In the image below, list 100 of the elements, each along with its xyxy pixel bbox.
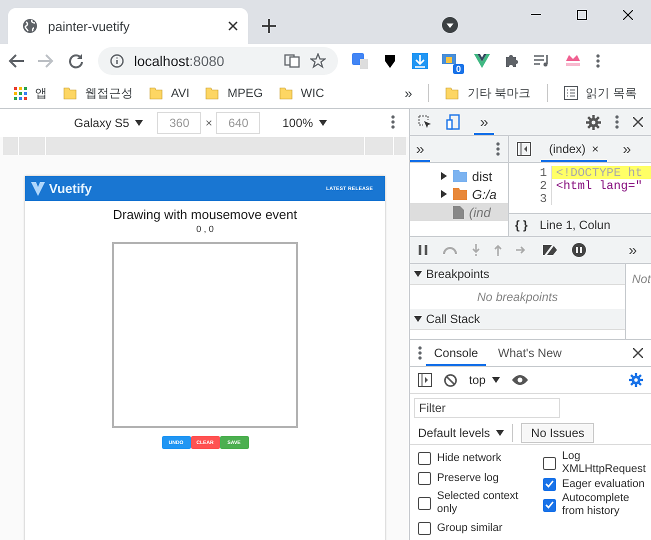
more-icon[interactable]: [391, 114, 395, 128]
reload-icon[interactable]: [68, 53, 84, 69]
playlist-icon[interactable]: [534, 54, 550, 68]
extension-badge: 0: [452, 64, 464, 74]
bookmark[interactable]: WIC: [278, 86, 324, 100]
times-sign: ×: [205, 116, 212, 130]
pause-exceptions-icon[interactable]: [572, 243, 586, 257]
sidebar-toggle-icon[interactable]: [517, 142, 531, 156]
new-tab-icon[interactable]: [262, 19, 276, 33]
checkbox[interactable]: [418, 452, 431, 464]
editor-tab[interactable]: (index) ×: [541, 136, 607, 162]
profile-dropdown-icon[interactable]: [442, 17, 458, 33]
deactivate-breakpoints-icon[interactable]: [542, 244, 558, 256]
settings-icon[interactable]: [629, 373, 643, 387]
setting-checkbox[interactable]: Group similar: [418, 520, 535, 536]
setting-checkbox[interactable]: Preserve log: [418, 470, 535, 486]
close-tab-icon[interactable]: ×: [592, 142, 599, 156]
device-select[interactable]: Galaxy S5: [74, 116, 144, 130]
download-extension-icon[interactable]: [412, 53, 428, 69]
inspect-icon[interactable]: [418, 115, 432, 129]
file-tree-item[interactable]: dist: [410, 167, 508, 185]
disclosure-triangle-icon[interactable]: [414, 270, 422, 278]
browser-tab[interactable]: painter-vuetify: [8, 8, 248, 44]
close-icon[interactable]: [228, 21, 238, 31]
back-arrow-icon[interactable]: [8, 54, 24, 68]
more-icon[interactable]: [615, 115, 619, 129]
menu-icon[interactable]: [596, 54, 600, 68]
brand-name: Vuetify: [49, 181, 93, 196]
device-toggle-icon[interactable]: [446, 114, 460, 130]
globe-icon: [22, 18, 38, 34]
setting-checkbox[interactable]: Eager evaluation: [543, 476, 651, 492]
more-icon[interactable]: [496, 142, 500, 156]
star-icon[interactable]: [310, 53, 326, 69]
section-header[interactable]: Call Stack: [410, 309, 625, 330]
minimize-icon[interactable]: [531, 14, 541, 16]
translate-extension-icon[interactable]: [352, 53, 368, 69]
folder-icon: [149, 86, 163, 100]
drawer-tab[interactable]: Console: [426, 340, 486, 366]
cursor-position: Line 1, Colun: [540, 218, 610, 232]
caret-icon: [496, 430, 504, 436]
address-bar[interactable]: localhost:8080: [98, 47, 338, 75]
page-heading: Drawing with mousemove event: [112, 207, 298, 222]
side-pane-text: Not: [631, 271, 651, 288]
debugger-overflow[interactable]: »: [622, 237, 643, 263]
setting-checkbox[interactable]: Autocomplete from history: [543, 492, 651, 518]
drawer-tab[interactable]: What's New: [490, 340, 570, 366]
line-number: 3: [509, 192, 552, 205]
pause-icon[interactable]: [418, 245, 428, 255]
clear-console-icon[interactable]: [444, 374, 457, 386]
sidebar-toggle-icon[interactable]: [418, 373, 432, 387]
close-icon[interactable]: [633, 117, 643, 127]
empty-message: No breakpoints: [476, 289, 559, 306]
bookmarks-overflow[interactable]: »: [404, 85, 412, 101]
setting-checkbox[interactable]: Selected context only: [418, 490, 535, 516]
levels-select[interactable]: Default levels: [418, 426, 504, 440]
close-window-icon[interactable]: [623, 10, 633, 20]
settings-icon[interactable]: [586, 114, 601, 130]
maximize-icon[interactable]: [577, 10, 587, 20]
editor-overflow[interactable]: »: [616, 136, 638, 162]
puzzle-extension-icon[interactable]: [504, 53, 520, 69]
checkbox[interactable]: [543, 478, 556, 490]
panel-overflow[interactable]: »: [474, 109, 494, 135]
disclosure-triangle-icon[interactable]: [414, 315, 422, 323]
more-icon[interactable]: [418, 346, 422, 360]
bookmark[interactable]: 기타 북마크: [445, 84, 531, 102]
shield-extension-icon[interactable]: [382, 53, 398, 69]
bookmark[interactable]: AVI: [149, 86, 190, 100]
checkbox[interactable]: [543, 456, 556, 470]
folder-icon: [445, 86, 460, 100]
bookmark[interactable]: 웹접근성: [63, 84, 133, 102]
setting-checkbox[interactable]: Hide network: [418, 450, 535, 466]
close-icon[interactable]: [633, 348, 643, 358]
section-header[interactable]: Breakpoints: [410, 264, 625, 285]
folder-icon: [453, 188, 467, 200]
issues-button[interactable]: No Issues: [521, 423, 594, 443]
bookmark[interactable]: MPEG: [205, 86, 263, 100]
checkbox[interactable]: [418, 472, 431, 484]
checkbox[interactable]: [543, 498, 556, 512]
folder-icon: [278, 86, 293, 100]
zoom-select[interactable]: 100%: [282, 116, 328, 130]
bookmark[interactable]: 앱: [14, 84, 47, 102]
file-tree-item[interactable]: G:/a: [410, 185, 508, 203]
crown-extension-icon[interactable]: [564, 53, 582, 69]
translate-icon[interactable]: [284, 54, 300, 68]
checkbox[interactable]: [418, 496, 431, 510]
setting-checkbox[interactable]: Log XMLHttpRequest: [543, 450, 651, 476]
checkbox[interactable]: [418, 522, 431, 534]
list-icon: [564, 86, 578, 100]
info-icon: [110, 54, 124, 68]
reading-list[interactable]: 읽기 목록: [564, 84, 637, 102]
apps-grid-icon: [14, 86, 27, 100]
folder-icon: [453, 170, 467, 182]
disclosure-triangle-icon[interactable]: [440, 190, 448, 198]
disclosure-triangle-icon[interactable]: [440, 172, 448, 180]
pretty-print-button[interactable]: { }: [515, 218, 528, 232]
file-icon: [453, 206, 464, 218]
filter-field[interactable]: Filter: [414, 398, 560, 418]
eye-icon[interactable]: [512, 375, 528, 385]
context-select[interactable]: top: [469, 373, 500, 387]
vue-extension-icon[interactable]: [474, 54, 490, 68]
